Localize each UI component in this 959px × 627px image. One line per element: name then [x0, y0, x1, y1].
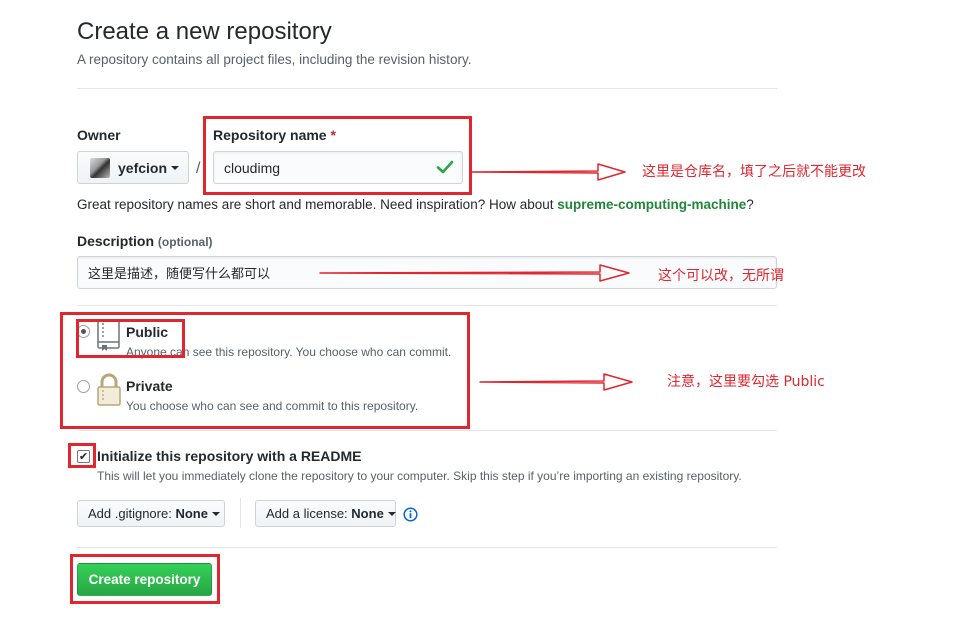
divider	[77, 430, 777, 431]
page-title: Create a new repository	[77, 18, 332, 45]
divider	[77, 305, 777, 306]
owner-dropdown[interactable]: yefcion	[77, 151, 189, 184]
highlight-create-button	[70, 554, 220, 604]
repo-name-hint: Great repository names are short and mem…	[77, 197, 754, 212]
chevron-down-icon	[171, 165, 180, 170]
annotation-description: 这个可以改，无所谓	[658, 268, 784, 284]
owner-name: yefcion	[118, 159, 168, 176]
annotation-visibility: 注意，这里要勾选 Public	[667, 374, 825, 390]
annotation-arrow-repo-name	[470, 160, 630, 187]
divider	[77, 547, 777, 548]
name-suggestion-link[interactable]: supreme-computing-machine	[557, 197, 746, 212]
highlight-readme-checkbox	[68, 443, 96, 468]
description-value: 这里是描述，随便写什么都可以	[88, 267, 271, 282]
owner-repo-separator: /	[196, 160, 201, 177]
optional-tag: (optional)	[157, 235, 213, 249]
annotation-arrow-visibility	[478, 371, 638, 398]
page-subtitle: A repository contains all project files,…	[77, 52, 472, 67]
divider	[77, 88, 777, 89]
readme-label: Initialize this repository with a README	[97, 448, 362, 464]
gitignore-dropdown[interactable]: Add .gitignore: None	[77, 500, 225, 527]
owner-label: Owner	[77, 127, 121, 143]
annotation-repo-name: 这里是仓库名，填了之后就不能更改	[642, 164, 866, 180]
info-icon[interactable]	[403, 507, 418, 525]
readme-description: This will let you immediately clone the …	[97, 469, 742, 483]
highlight-visibility	[60, 312, 470, 429]
highlight-repo-name	[203, 116, 472, 195]
chevron-down-icon	[387, 511, 396, 516]
dropdown-divider	[240, 498, 241, 528]
owner-avatar	[90, 157, 110, 178]
license-dropdown[interactable]: Add a license: None	[255, 500, 396, 527]
annotation-arrow-description	[318, 262, 634, 289]
description-label: Description (optional)	[77, 233, 213, 249]
chevron-down-icon	[211, 511, 220, 516]
